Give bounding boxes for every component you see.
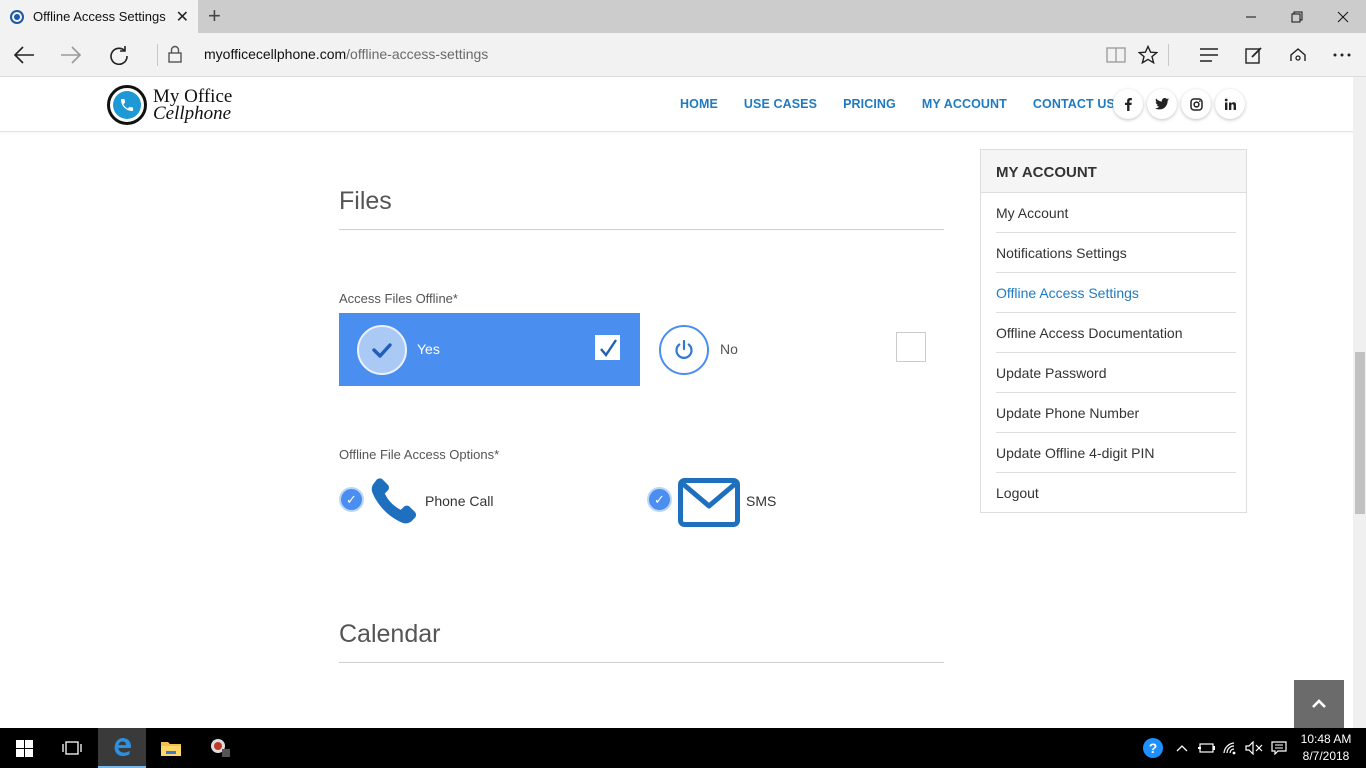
sidebar-item-my-account[interactable]: My Account xyxy=(996,193,1236,233)
browser-titlebar: Offline Access Settings - ✕ + xyxy=(0,0,1366,33)
yes-option[interactable]: Yes xyxy=(339,313,640,386)
calendar-divider xyxy=(339,662,944,663)
yes-checkbox[interactable] xyxy=(595,335,620,360)
more-options-icon[interactable] xyxy=(1327,41,1357,69)
sidebar-item-update-pin[interactable]: Update Offline 4-digit PIN xyxy=(996,433,1236,473)
tab-close-icon[interactable]: ✕ xyxy=(176,7,189,27)
no-label: No xyxy=(720,341,738,357)
close-window-icon[interactable] xyxy=(1320,0,1366,33)
notifications-icon[interactable] xyxy=(1268,728,1290,768)
browser-tab[interactable]: Offline Access Settings - ✕ xyxy=(0,0,198,33)
offline-file-access-options-label: Offline File Access Options* xyxy=(339,447,500,462)
calendar-section-title: Calendar xyxy=(339,620,441,648)
nav-my-account[interactable]: MY ACCOUNT xyxy=(922,97,1007,111)
lock-icon[interactable] xyxy=(168,45,182,68)
web-note-icon[interactable] xyxy=(1239,41,1269,69)
main-nav: HOME USE CASES PRICING MY ACCOUNT CONTAC… xyxy=(680,97,1141,111)
new-tab-icon[interactable]: + xyxy=(208,3,221,29)
sms-label: SMS xyxy=(746,493,777,509)
instagram-icon[interactable] xyxy=(1181,89,1211,119)
sidebar-item-update-phone-number[interactable]: Update Phone Number xyxy=(996,393,1236,433)
address-input[interactable]: myofficecellphone.com/offline-access-set… xyxy=(204,46,488,62)
linkedin-icon[interactable] xyxy=(1215,89,1245,119)
files-divider xyxy=(339,229,944,230)
clock-time: 10:48 AM xyxy=(1300,732,1352,746)
volume-muted-icon[interactable] xyxy=(1243,728,1265,768)
facebook-icon[interactable] xyxy=(1113,89,1143,119)
yes-check-icon xyxy=(357,325,407,375)
task-view-icon[interactable] xyxy=(48,728,96,768)
nav-contact-us[interactable]: CONTACT US xyxy=(1033,97,1115,111)
sidebar-item-update-password[interactable]: Update Password xyxy=(996,353,1236,393)
sms-checkbox[interactable]: ✓ xyxy=(647,487,672,512)
svg-text:?: ? xyxy=(1149,740,1158,756)
help-icon[interactable]: ? xyxy=(1140,728,1166,768)
refresh-icon[interactable] xyxy=(104,41,134,69)
twitter-icon[interactable] xyxy=(1147,89,1177,119)
site-header: My Office Cellphone HOME USE CASES PRICI… xyxy=(0,77,1353,132)
wifi-icon[interactable] xyxy=(1220,728,1242,768)
app-icon[interactable] xyxy=(196,728,244,768)
scrollbar-thumb[interactable] xyxy=(1355,352,1365,514)
envelope-icon xyxy=(678,478,740,532)
reading-view-icon[interactable] xyxy=(1101,41,1131,69)
url-separator xyxy=(157,44,158,66)
battery-icon[interactable] xyxy=(1196,728,1218,768)
file-explorer-icon[interactable] xyxy=(147,728,195,768)
phone-icon xyxy=(370,475,420,530)
url-path: /offline-access-settings xyxy=(346,46,489,62)
sidebar-heading: MY ACCOUNT xyxy=(981,150,1246,193)
back-to-top-button[interactable] xyxy=(1294,680,1344,728)
favorite-star-icon[interactable] xyxy=(1133,41,1163,69)
hub-icon[interactable] xyxy=(1194,41,1224,69)
windows-taskbar: ? 10:48 AM 8/7/2018 xyxy=(0,728,1366,768)
site-favicon-icon xyxy=(10,9,24,24)
browser-toolbar: myofficecellphone.com/offline-access-set… xyxy=(0,33,1366,77)
sidebar-item-logout[interactable]: Logout xyxy=(996,473,1236,513)
share-icon[interactable] xyxy=(1283,41,1313,69)
sidebar-item-offline-access-documentation[interactable]: Offline Access Documentation xyxy=(996,313,1236,353)
windows-start-icon[interactable] xyxy=(0,728,48,768)
chevron-up-tray-icon[interactable] xyxy=(1172,728,1192,768)
sidebar-item-notifications-settings[interactable]: Notifications Settings xyxy=(996,233,1236,273)
no-option[interactable]: No xyxy=(640,313,944,386)
forward-icon[interactable] xyxy=(56,41,86,69)
nav-home[interactable]: HOME xyxy=(680,97,718,111)
site-logo[interactable]: My Office Cellphone xyxy=(107,85,232,125)
url-domain: myofficecellphone.com xyxy=(204,46,347,62)
chevron-up-icon xyxy=(1312,699,1326,708)
files-section-title: Files xyxy=(339,187,392,215)
account-sidebar: MY ACCOUNT My Account Notifications Sett… xyxy=(980,149,1247,513)
restore-icon[interactable] xyxy=(1274,0,1320,33)
sidebar-item-offline-access-settings[interactable]: Offline Access Settings xyxy=(996,273,1236,313)
minimize-icon[interactable] xyxy=(1228,0,1274,33)
edge-browser-icon[interactable] xyxy=(98,728,146,768)
power-icon xyxy=(659,325,709,375)
phone-call-label: Phone Call xyxy=(425,493,494,509)
nav-use-cases[interactable]: USE CASES xyxy=(744,97,817,111)
back-icon[interactable] xyxy=(9,41,39,69)
yes-label: Yes xyxy=(417,341,440,357)
access-files-offline-label: Access Files Offline* xyxy=(339,291,458,306)
nav-pricing[interactable]: PRICING xyxy=(843,97,896,111)
phone-call-checkbox[interactable]: ✓ xyxy=(339,487,364,512)
system-clock[interactable]: 10:48 AM 8/7/2018 xyxy=(1296,731,1356,765)
toolbar-separator xyxy=(1168,44,1169,66)
clock-date: 8/7/2018 xyxy=(1302,749,1350,763)
logo-text-line2: Cellphone xyxy=(153,103,232,124)
tab-title: Offline Access Settings - xyxy=(33,9,169,24)
logo-phone-icon xyxy=(107,85,147,125)
no-checkbox[interactable] xyxy=(896,332,926,362)
